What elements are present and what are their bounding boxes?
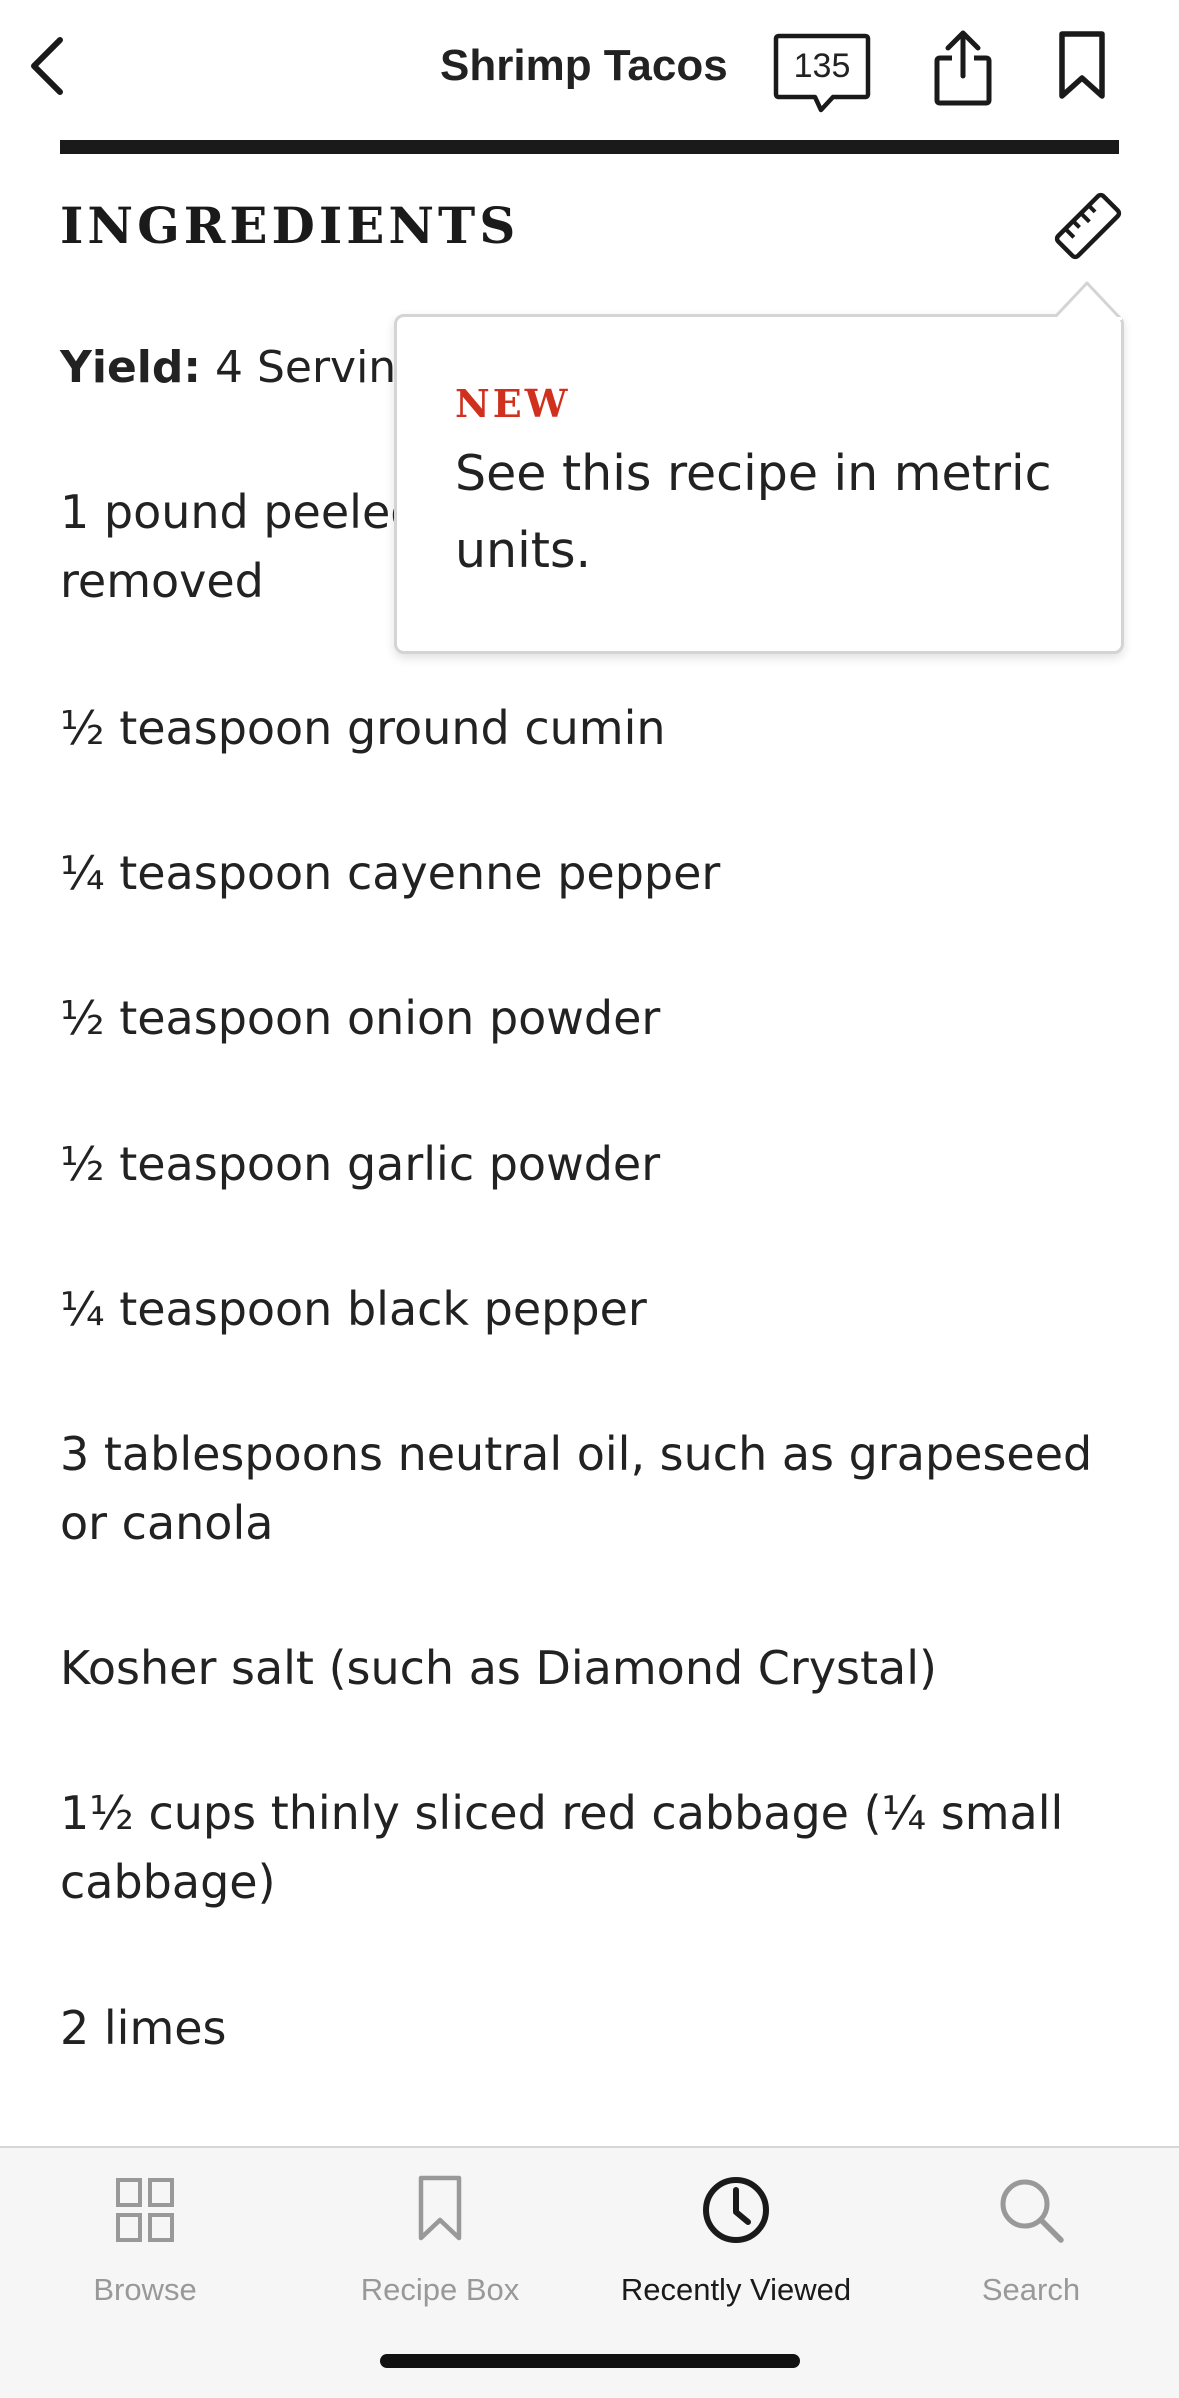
save-recipe-button[interactable] xyxy=(1052,30,1112,102)
ingredient-item: ½ teaspoon ground cumin xyxy=(60,701,666,755)
top-navigation-bar: Shrimp Tacos 135 xyxy=(0,0,1179,140)
home-indicator xyxy=(380,2354,800,2368)
tab-label: Recently Viewed xyxy=(620,2272,852,2307)
ingredient-item: ¼ teaspoon cayenne pepper xyxy=(60,846,721,900)
tab-label: Search xyxy=(981,2272,1081,2307)
ingredient-item: ½ teaspoon onion powder xyxy=(60,991,661,1045)
tab-recently-viewed[interactable]: Recently Viewed xyxy=(596,2162,876,2312)
comment-count: 135 xyxy=(793,47,851,85)
new-badge: NEW xyxy=(455,381,571,426)
ingredient-item: ½ teaspoon garlic powder xyxy=(60,1137,661,1191)
tooltip-arrow xyxy=(1052,281,1122,320)
ingredient-item: 1½ cups thinly sliced red cabbage (¼ sma… xyxy=(60,1786,1064,1909)
ingredient-item: ¼ teaspoon black pepper xyxy=(60,1282,647,1336)
tab-label: Browse xyxy=(93,2272,197,2307)
bookmark-icon xyxy=(1059,31,1105,99)
ingredients-heading: INGREDIENTS xyxy=(60,196,520,255)
bookmark-icon xyxy=(418,2175,462,2241)
comments-button[interactable]: 135 xyxy=(773,32,871,113)
ingredient-item: 3 tablespoons neutral oil, such as grape… xyxy=(60,1427,1093,1550)
ingredient-item: Kosher salt (such as Diamond Crystal) xyxy=(60,1641,937,1695)
ruler-icon xyxy=(1054,192,1122,260)
metric-units-tooltip[interactable]: NEW See this recipe in metric units. xyxy=(394,314,1124,654)
share-button[interactable] xyxy=(928,28,998,108)
search-icon xyxy=(1000,2179,1064,2243)
share-icon xyxy=(934,30,992,106)
tooltip-message: See this recipe in metric units. xyxy=(455,445,1052,579)
tab-recipe-box[interactable]: Recipe Box xyxy=(300,2162,580,2312)
tab-label: Recipe Box xyxy=(360,2272,520,2307)
metric-units-button[interactable] xyxy=(1052,190,1124,262)
recipe-title: Shrimp Tacos xyxy=(440,41,728,90)
ingredient-item: 2 limes xyxy=(60,2001,227,2055)
back-button[interactable] xyxy=(18,28,74,104)
tab-search[interactable]: Search xyxy=(891,2162,1171,2312)
clock-icon xyxy=(703,2177,769,2243)
grid-icon xyxy=(116,2178,174,2242)
header-divider xyxy=(60,140,1119,154)
yield-label: Yield: xyxy=(60,342,201,393)
yield: Yield: 4 Servings xyxy=(60,338,447,398)
chevron-left-icon xyxy=(31,37,63,95)
tab-browse[interactable]: Browse xyxy=(5,2162,285,2312)
